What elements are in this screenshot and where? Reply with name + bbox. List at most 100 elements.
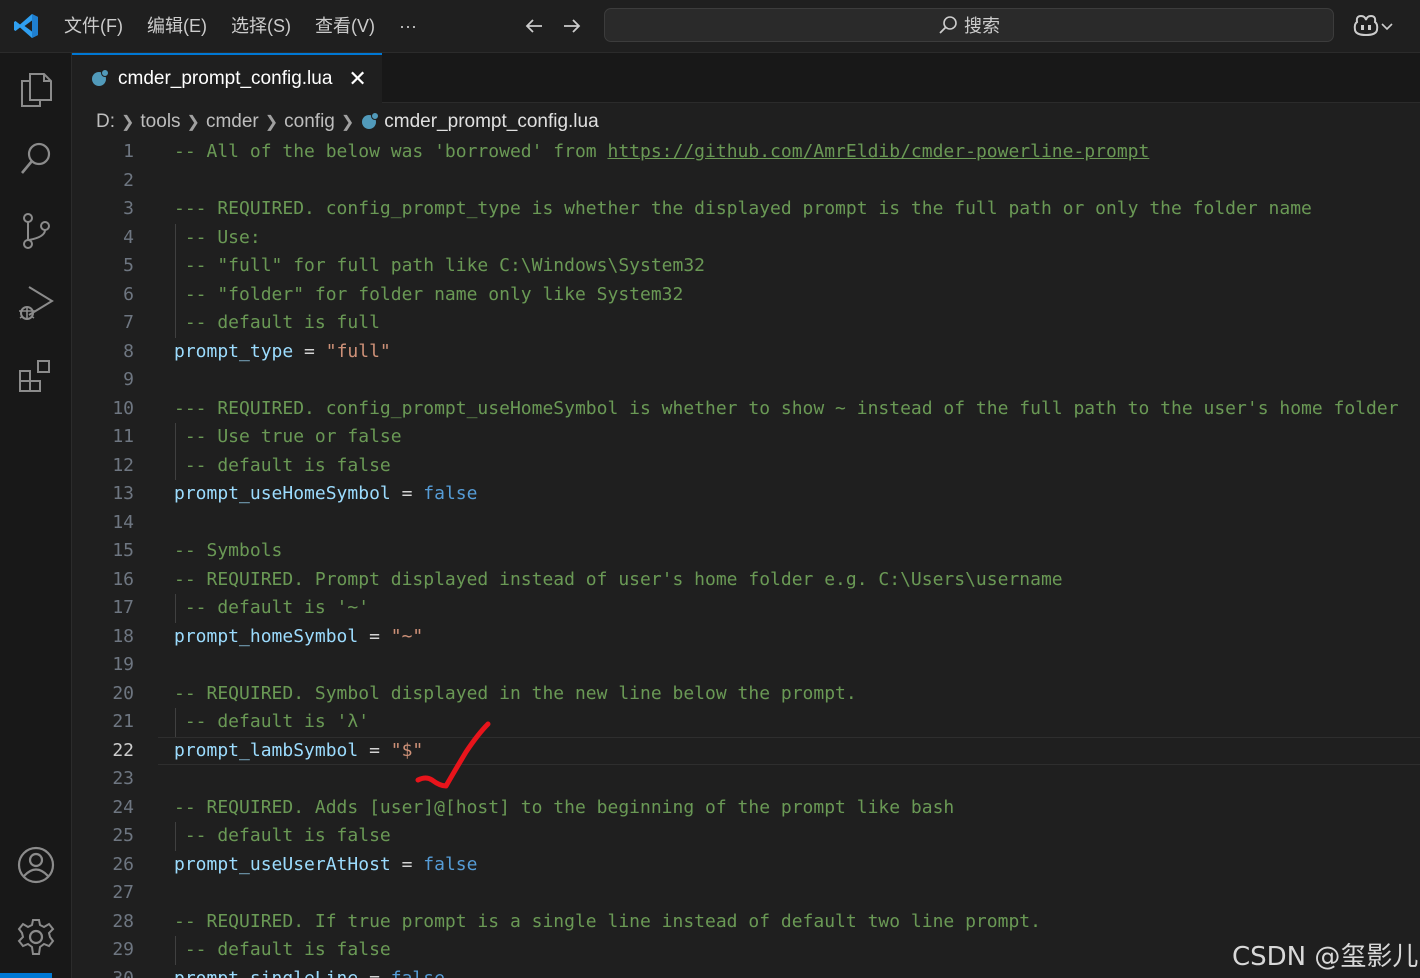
back-arrow-icon[interactable]: [522, 14, 546, 38]
menu-view[interactable]: 查看(V): [303, 0, 387, 52]
chevron-right-icon: ❯: [186, 114, 200, 131]
code-line[interactable]: 16 -- REQUIRED. Prompt displayed instead …: [72, 566, 1420, 595]
code-token: =: [358, 625, 391, 647]
extensions-icon[interactable]: [16, 356, 56, 396]
code-line[interactable]: 17 -- default is '~': [72, 594, 1420, 623]
code-line[interactable]: 1 -- All of the below was 'borrowed' from…: [72, 138, 1420, 167]
forward-arrow-icon[interactable]: [560, 14, 584, 38]
code-token: -- Symbols: [174, 540, 283, 561]
code-token: "~": [390, 625, 424, 647]
code-line[interactable]: 7 -- default is full: [72, 309, 1420, 338]
code-line[interactable]: 12 -- default is false: [72, 451, 1420, 481]
menu-file[interactable]: 文件(F): [52, 0, 135, 52]
menu-more[interactable]: ···: [387, 0, 429, 52]
explorer-icon[interactable]: [16, 69, 56, 109]
line-number: 29: [112, 939, 134, 960]
code-line[interactable]: 29 -- default is false: [72, 936, 1420, 965]
code-token: false: [423, 853, 478, 875]
code-line[interactable]: 8 prompt_type = "full": [72, 338, 1420, 367]
code-token: -- default is false: [174, 939, 391, 960]
code-line[interactable]: 6 -- "folder" for folder name only like …: [72, 280, 1420, 309]
code-line[interactable]: 30 prompt_singleLine = false: [72, 965, 1420, 978]
code-token: -- REQUIRED. Adds [user]@[host] to the b…: [174, 796, 955, 818]
code-line[interactable]: 19: [72, 651, 1420, 680]
breadcrumb-file[interactable]: cmder_prompt_config.lua: [384, 111, 598, 133]
line-number: 17: [112, 597, 134, 618]
code-line[interactable]: 24 -- REQUIRED. Adds [user]@[host] to the…: [72, 794, 1420, 823]
code-text: --- REQUIRED. config_prompt_useHomeSymbo…: [174, 395, 1399, 424]
code-link[interactable]: https://github.com/AmrEldib/cmder-powerl…: [607, 141, 1149, 162]
code-token: -- "full" for full path like C:\Windows\…: [174, 255, 706, 276]
code-token: -- default is false: [174, 454, 391, 476]
code-token: -- REQUIRED. Prompt displayed instead of…: [174, 568, 1063, 590]
code-token: -- default is '~': [174, 597, 370, 618]
editor-tab-bar: cmder_prompt_config.lua ✕: [72, 53, 1420, 103]
menu-selection[interactable]: 选择(S): [219, 0, 303, 52]
code-line[interactable]: 4 -- Use:: [72, 223, 1420, 252]
code-token: -- REQUIRED. Symbol displayed in the new…: [174, 682, 857, 704]
code-editor[interactable]: 1 -- All of the below was 'borrowed' from…: [72, 138, 1420, 978]
code-text: prompt_homeSymbol = "~": [174, 623, 423, 652]
menu-edit[interactable]: 编辑(E): [135, 0, 219, 52]
code-line[interactable]: 26 prompt_useUserAtHost = false: [72, 851, 1420, 880]
line-number: 16: [112, 568, 134, 590]
code-token: -- REQUIRED. If true prompt is a single …: [174, 910, 1041, 932]
code-line[interactable]: 18 prompt_homeSymbol = "~": [72, 623, 1420, 652]
code-text: -- default is false: [174, 452, 391, 481]
run-debug-icon[interactable]: [16, 283, 56, 323]
code-text: -- default is false: [174, 822, 391, 851]
code-text: prompt_lambSymbol = "$": [174, 737, 423, 766]
code-line[interactable]: 25 -- default is false: [72, 822, 1420, 851]
search-view-icon[interactable]: [16, 139, 56, 179]
code-line[interactable]: 22 prompt_lambSymbol = "$": [72, 736, 1420, 766]
code-line[interactable]: 21 -- default is 'λ': [72, 708, 1420, 737]
code-line[interactable]: 2: [72, 167, 1420, 196]
code-line[interactable]: 11 -- Use true or false: [72, 423, 1420, 452]
line-number: 4: [123, 226, 134, 248]
copilot-button[interactable]: [1352, 12, 1402, 40]
line-number: 26: [112, 853, 134, 875]
code-token: =: [358, 739, 391, 761]
search-icon: [939, 16, 957, 34]
code-token: -- Use:: [174, 226, 261, 248]
source-control-icon[interactable]: [16, 211, 56, 251]
code-line[interactable]: 20 -- REQUIRED. Symbol displayed in the n…: [72, 680, 1420, 709]
code-token: false: [423, 483, 478, 504]
code-line[interactable]: 28 -- REQUIRED. If true prompt is a singl…: [72, 908, 1420, 937]
line-number: 1: [123, 141, 134, 162]
code-line[interactable]: 3 --- REQUIRED. config_prompt_type is whe…: [72, 195, 1420, 224]
code-line[interactable]: 10 --- REQUIRED. config_prompt_useHomeSym…: [72, 395, 1420, 424]
code-text: --- REQUIRED. config_prompt_type is whet…: [174, 195, 1312, 224]
code-token: prompt_type: [174, 340, 294, 362]
code-token: prompt_useHomeSymbol: [174, 483, 391, 504]
breadcrumb-cmder[interactable]: cmder: [206, 111, 259, 133]
code-text: -- default is false: [174, 936, 391, 965]
line-number: 27: [112, 882, 134, 903]
code-line[interactable]: 15 -- Symbols: [72, 537, 1420, 566]
code-line[interactable]: 9: [72, 366, 1420, 395]
close-icon[interactable]: ✕: [348, 68, 366, 90]
breadcrumb-config[interactable]: config: [284, 111, 335, 133]
code-token: --- REQUIRED. config_prompt_useHomeSymbo…: [174, 397, 1399, 419]
code-line[interactable]: 5 -- "full" for full path like C:\Window…: [72, 252, 1420, 281]
line-number: 30: [112, 967, 134, 978]
watermark: CSDN @玺影儿: [1232, 942, 1419, 972]
code-token: false: [390, 967, 445, 978]
activity-bar: [0, 53, 72, 978]
code-token: prompt_singleLine: [174, 967, 359, 978]
chevron-right-icon: ❯: [264, 114, 279, 131]
code-line[interactable]: 13 prompt_useHomeSymbol = false: [72, 480, 1420, 509]
command-center-search[interactable]: 搜索: [604, 8, 1334, 42]
account-icon[interactable]: [16, 845, 56, 885]
vscode-logo-icon[interactable]: [12, 12, 40, 40]
tab-cmder-prompt-config[interactable]: cmder_prompt_config.lua ✕: [72, 53, 382, 103]
code-line[interactable]: 23: [72, 765, 1420, 794]
breadcrumb-tools[interactable]: tools: [140, 111, 180, 133]
code-text: -- REQUIRED. Symbol displayed in the new…: [174, 680, 857, 709]
settings-gear-icon[interactable]: [16, 917, 56, 957]
code-text: -- REQUIRED. Adds [user]@[host] to the b…: [174, 794, 954, 823]
code-line[interactable]: 27: [72, 879, 1420, 908]
breadcrumb-drive[interactable]: D:: [96, 111, 115, 133]
code-line[interactable]: 14: [72, 509, 1420, 538]
code-text: -- REQUIRED. If true prompt is a single …: [174, 908, 1041, 937]
